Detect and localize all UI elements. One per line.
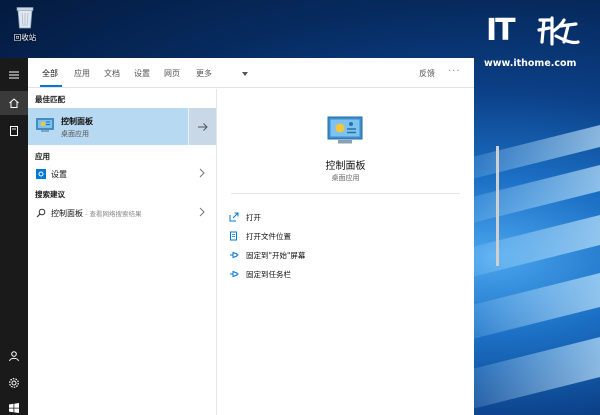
best-match-item[interactable]: 控制面板 桌面应用: [28, 108, 188, 145]
ithome-logo: IT: [486, 14, 582, 50]
search-suggestions-header: 搜索建议: [35, 190, 65, 199]
open-file-location-action[interactable]: 打开文件位置: [229, 229, 429, 245]
account-button[interactable]: [0, 344, 28, 368]
pin-to-taskbar-label: 固定到任务栏: [246, 270, 291, 279]
notebook-icon: [10, 126, 18, 136]
open-action-label: 打开: [246, 213, 261, 222]
chevron-right-icon: [199, 207, 205, 217]
recycle-bin-shortcut[interactable]: 回收站: [6, 4, 44, 43]
best-match-subtitle: 桌面应用: [61, 130, 89, 138]
chevron-down-icon: [242, 72, 248, 76]
suggestion-hint: - 查看网络搜索结果: [83, 210, 142, 218]
pin-to-start-label: 固定到"开始"屏幕: [246, 251, 306, 260]
start-rail: [0, 58, 28, 415]
app-settings-label: 设置: [51, 170, 67, 179]
selected-tab-indicator: [40, 85, 62, 87]
control-panel-icon: [327, 116, 363, 144]
feedback-link[interactable]: 反馈: [419, 68, 435, 79]
chevron-right-icon: [199, 168, 205, 178]
best-match-header: 最佳匹配: [35, 95, 65, 104]
best-match-title: 控制面板: [61, 117, 93, 126]
tab-settings[interactable]: 设置: [134, 68, 150, 79]
arrow-right-icon: [197, 122, 208, 131]
detail-subtitle: 桌面应用: [331, 174, 360, 182]
hamburger-icon: [9, 71, 19, 79]
pin-to-start-action[interactable]: 固定到"开始"屏幕: [229, 248, 429, 264]
detail-divider: [231, 193, 460, 194]
suggestion-label: 控制面板 - 查看网络搜索结果: [51, 209, 142, 218]
tab-web[interactable]: 网页: [164, 68, 180, 79]
tab-apps[interactable]: 应用: [74, 68, 90, 79]
menu-button[interactable]: [0, 63, 28, 87]
results-list: 最佳匹配 控制面板 桌面应用 应用 设置 搜索建议 控制面板 - 查看网络搜索结…: [28, 89, 216, 415]
open-action[interactable]: 打开: [229, 210, 429, 226]
detail-pane: 控制面板 桌面应用 打开 打开文件位置 固定到"开始"屏幕 固定到任务栏: [217, 89, 474, 415]
recycle-bin-icon: [16, 7, 34, 29]
list-item[interactable]: 设置: [28, 165, 216, 183]
home-button[interactable]: [0, 91, 28, 115]
home-icon: [9, 98, 19, 108]
site-url: www.ithome.com: [484, 58, 577, 69]
search-icon: [36, 208, 46, 218]
tab-more[interactable]: 更多: [196, 68, 212, 79]
file-location-icon: [230, 231, 237, 241]
pin-icon: [230, 251, 239, 259]
gear-icon: [9, 378, 19, 388]
search-panel: 全部 应用 文档 设置 网页 更多 反馈 ··· 最佳匹配 控制面板 桌面应用 …: [28, 58, 499, 415]
expand-details-button[interactable]: [188, 108, 216, 145]
tab-documents[interactable]: 文档: [104, 68, 120, 79]
scrollbar[interactable]: [496, 146, 499, 266]
settings-button[interactable]: [0, 371, 28, 395]
apps-header: 应用: [35, 152, 50, 161]
tab-all[interactable]: 全部: [42, 68, 58, 79]
recycle-bin-label: 回收站: [13, 33, 37, 42]
filter-tabs: 全部 应用 文档 设置 网页 更多 反馈 ···: [28, 58, 474, 88]
list-item[interactable]: 控制面板 - 查看网络搜索结果: [28, 204, 216, 222]
user-icon: [9, 351, 19, 362]
more-options-icon[interactable]: ···: [448, 66, 461, 77]
windows-icon: [9, 403, 19, 413]
open-icon: [229, 212, 239, 222]
detail-title: 控制面板: [325, 161, 366, 172]
settings-app-icon: [36, 169, 46, 179]
start-button[interactable]: [0, 396, 28, 415]
desktop-wallpaper: [470, 120, 600, 415]
open-file-location-label: 打开文件位置: [246, 232, 291, 241]
control-panel-icon: [36, 118, 54, 132]
pin-icon: [230, 270, 239, 278]
pin-to-taskbar-action[interactable]: 固定到任务栏: [229, 267, 429, 283]
notebook-button[interactable]: [0, 119, 28, 143]
